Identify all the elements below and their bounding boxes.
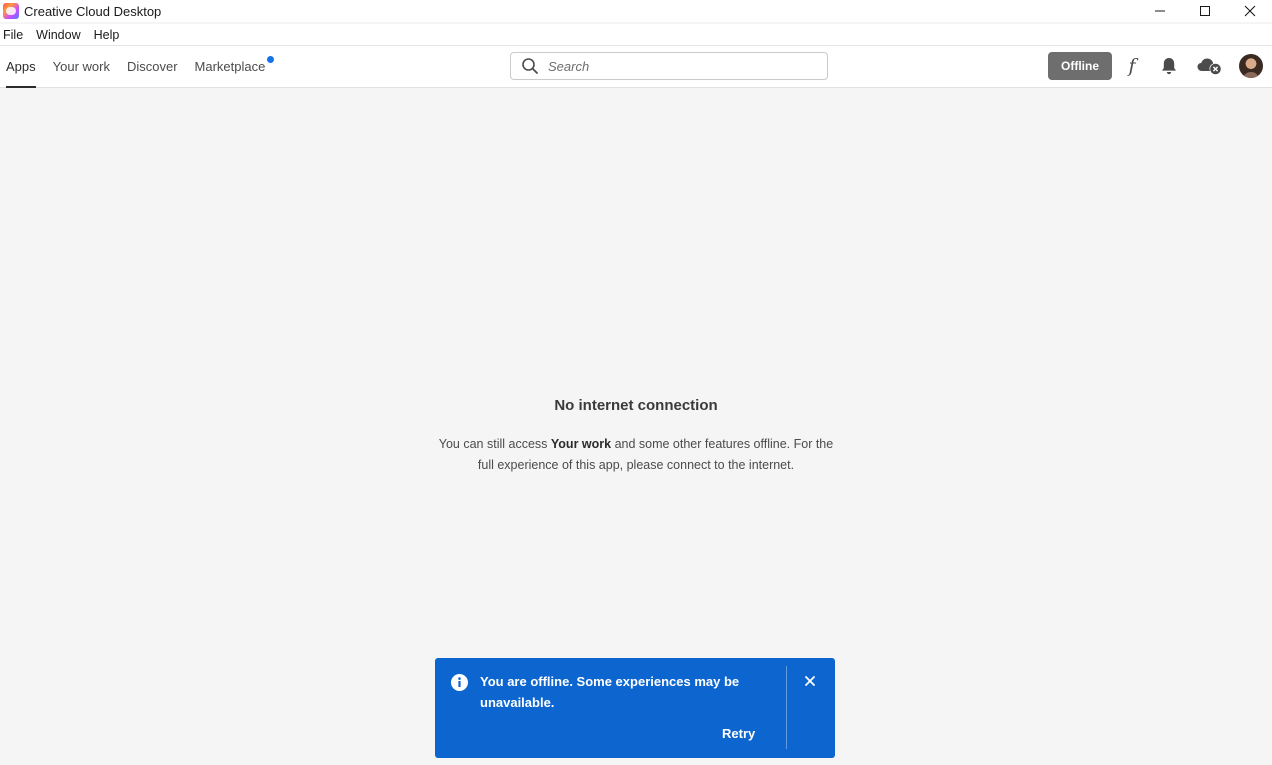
close-toast-icon[interactable] bbox=[803, 674, 817, 688]
tab-your-work[interactable]: Your work bbox=[53, 46, 110, 88]
search-placeholder: Search bbox=[548, 58, 590, 74]
cloud-offline-icon[interactable] bbox=[1196, 54, 1222, 78]
offline-toast: You are offline. Some experiences may be… bbox=[435, 658, 835, 758]
toast-divider bbox=[786, 666, 787, 749]
search-input[interactable]: Search bbox=[510, 52, 828, 80]
title-bar: Creative Cloud Desktop bbox=[0, 0, 1272, 22]
retry-button[interactable]: Retry bbox=[722, 726, 755, 741]
info-icon bbox=[451, 674, 468, 691]
notifications-bell-icon[interactable] bbox=[1157, 54, 1181, 78]
window-controls bbox=[1137, 0, 1272, 22]
maximize-icon bbox=[1199, 6, 1210, 16]
notification-dot bbox=[267, 56, 275, 63]
menu-help[interactable]: Help bbox=[91, 28, 123, 42]
close-icon bbox=[1244, 5, 1255, 17]
user-avatar[interactable] bbox=[1239, 54, 1263, 78]
tab-marketplace[interactable]: Marketplace bbox=[194, 46, 275, 88]
minimize-button[interactable] bbox=[1137, 0, 1182, 22]
tab-discover[interactable]: Discover bbox=[127, 46, 178, 88]
empty-state-heading: No internet connection bbox=[554, 397, 718, 414]
empty-state-message: You can still access Your work and some … bbox=[436, 434, 836, 476]
menu-bar: File Window Help bbox=[0, 24, 1272, 46]
minimize-icon bbox=[1154, 10, 1165, 12]
creative-cloud-logo-icon bbox=[3, 3, 19, 19]
menu-file[interactable]: File bbox=[0, 28, 26, 42]
nav-tabs: Apps Your work Discover Marketplace bbox=[6, 46, 282, 88]
message-text: You can still access bbox=[438, 437, 551, 451]
tab-label: Discover bbox=[126, 59, 178, 74]
menu-window[interactable]: Window bbox=[33, 28, 83, 42]
top-navigation: Apps Your work Discover Marketplace Sear… bbox=[0, 45, 1272, 88]
window-title: Creative Cloud Desktop bbox=[24, 3, 162, 19]
tab-label: Apps bbox=[6, 59, 36, 74]
offline-status-button[interactable]: Offline bbox=[1048, 52, 1112, 80]
close-window-button[interactable] bbox=[1227, 0, 1272, 22]
tab-label: Your work bbox=[52, 59, 110, 74]
message-bold-text: Your work bbox=[550, 437, 612, 451]
tab-apps[interactable]: Apps bbox=[6, 46, 36, 88]
maximize-button[interactable] bbox=[1182, 0, 1227, 22]
toast-message: You are offline. Some experiences may be… bbox=[480, 674, 740, 710]
fonts-icon[interactable]: f bbox=[1120, 54, 1144, 78]
tab-label: Marketplace bbox=[194, 59, 266, 74]
search-icon bbox=[522, 58, 538, 74]
